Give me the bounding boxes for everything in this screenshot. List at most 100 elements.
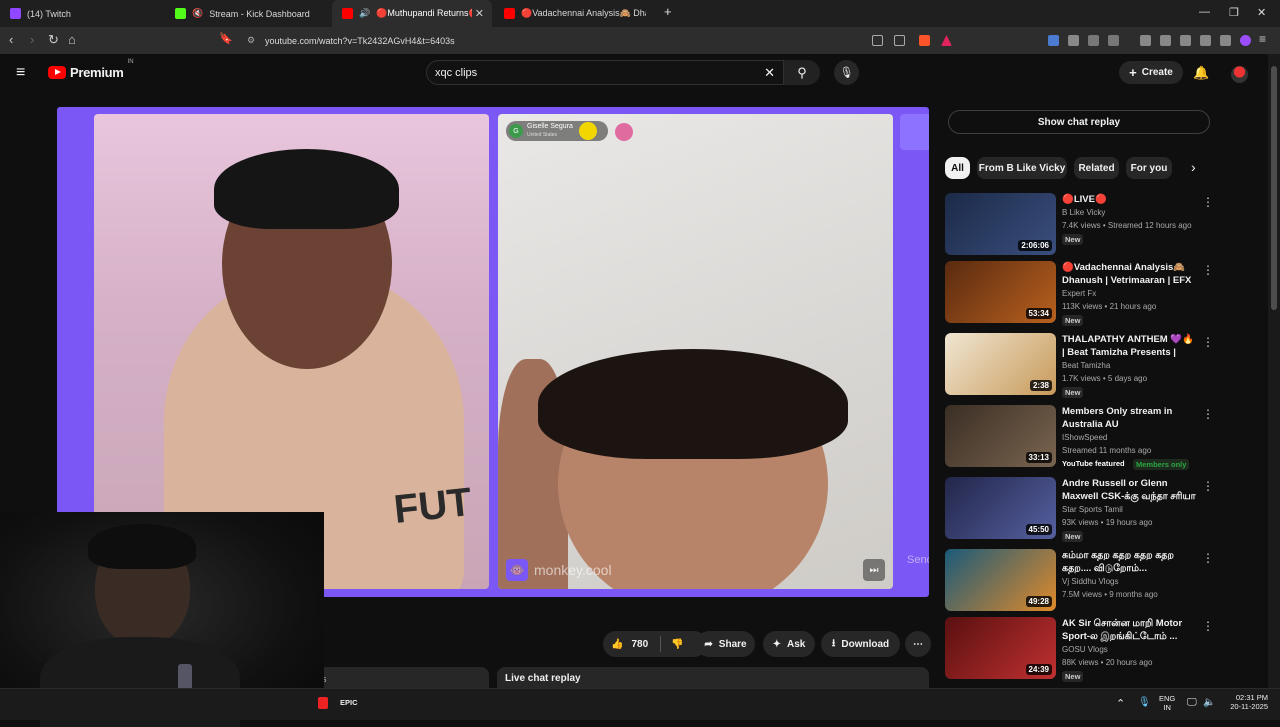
video-title[interactable]: THALAPATHY ANTHEM 💜🔥 | Beat Tamizha Pres… (1062, 333, 1199, 359)
video-thumbnail[interactable]: 45:50 (945, 477, 1056, 539)
video-title[interactable]: சும்மா கதற கதற கதற கதற கதற.... விடுறோம்.… (1062, 549, 1199, 575)
chevron-up-icon[interactable]: ⌃ (1116, 697, 1125, 710)
cast-icon[interactable] (872, 35, 883, 46)
chip-for-you[interactable]: For you (1126, 157, 1172, 179)
video-title[interactable]: Andre Russell or Glenn Maxwell CSK-க்கு … (1062, 477, 1199, 503)
recommendation-item[interactable]: 24:39 AK Sir சொன்ன மாறி Motor Sport-ல இற… (945, 617, 1215, 683)
hamburger-icon[interactable]: ≡ (16, 64, 25, 82)
video-thumbnail[interactable]: 2:06:06 (945, 193, 1056, 255)
recommendation-item[interactable]: 49:28 சும்மா கதற கதற கதற கதற கதற.... விட… (945, 549, 1215, 615)
channel-name[interactable]: Beat Tamizha (1062, 361, 1110, 370)
show-chat-replay-button[interactable]: Show chat replay (948, 110, 1210, 134)
chevron-right-icon[interactable]: › (1191, 159, 1196, 175)
page-scrollbar[interactable] (1268, 54, 1280, 688)
more-options-icon[interactable]: ⋮ (1202, 619, 1214, 633)
notifications-bell-icon[interactable]: 🔔 (1193, 65, 1209, 81)
bookmark-icon[interactable]: 🔖 (219, 32, 233, 45)
search-input[interactable]: xqc clips ✕ (426, 60, 784, 85)
network-icon[interactable]: 🖵 (1187, 697, 1197, 708)
chip-all[interactable]: All (945, 157, 970, 179)
restore-icon[interactable]: ❐ (1229, 6, 1239, 19)
video-thumbnail[interactable]: 49:28 (945, 549, 1056, 611)
menu-icon[interactable]: ≡ (1259, 32, 1266, 46)
back-icon[interactable]: ‹ (9, 32, 13, 47)
video-title[interactable]: Members Only stream in Australia AU (1062, 405, 1199, 431)
more-options-icon[interactable]: ⋮ (1202, 479, 1214, 493)
clear-search-icon[interactable]: ✕ (764, 65, 775, 81)
chip-from-channel[interactable]: From B Like Vicky (977, 157, 1067, 179)
ask-button[interactable]: ✦ Ask (763, 631, 815, 657)
close-window-icon[interactable]: ✕ (1257, 6, 1266, 19)
side-panel-tab[interactable] (900, 114, 929, 150)
share-button[interactable]: ➦ Share (696, 631, 755, 657)
recommendation-item[interactable]: 45:50 Andre Russell or Glenn Maxwell CSK… (945, 477, 1215, 543)
tab-kick[interactable]: 🔇 Stream - Kick Dashboard (165, 0, 330, 27)
skip-icon[interactable]: ⏭ (863, 559, 885, 581)
language-indicator[interactable]: ENG IN (1159, 694, 1175, 712)
clock[interactable]: 02:31 PM 20-11-2025 (1224, 693, 1268, 711)
create-button[interactable]: + Create (1119, 61, 1183, 84)
live-chat-panel-header[interactable]: Live chat replay (497, 667, 929, 689)
channel-name[interactable]: GOSU Vlogs (1062, 645, 1108, 654)
new-tab-button[interactable]: + (664, 4, 672, 19)
channel-name[interactable]: Star Sports Tamil (1062, 505, 1123, 514)
recommendation-item[interactable]: 2:06:06 🔴LIVE🔴 B Like Vicky 7.4K views •… (945, 193, 1215, 259)
brave-shield-icon[interactable] (919, 35, 930, 46)
recommendation-item[interactable]: 2:38 THALAPATHY ANTHEM 💜🔥 | Beat Tamizha… (945, 333, 1215, 399)
video-title[interactable]: AK Sir சொன்ன மாறி Motor Sport-ல இறங்கிட்… (1062, 617, 1199, 643)
more-actions-button[interactable]: ⋯ (905, 631, 931, 657)
channel-name[interactable]: Expert Fx (1062, 289, 1096, 298)
video-thumbnail[interactable]: 24:39 (945, 617, 1056, 679)
recommendation-item[interactable]: 33:13 Members Only stream in Australia A… (945, 405, 1215, 471)
tab-twitch[interactable]: (14) Twitch (0, 0, 165, 27)
gift-icon[interactable] (615, 123, 633, 141)
send-label[interactable]: Send (907, 554, 929, 566)
video-title[interactable]: 🔴LIVE🔴 (1062, 193, 1199, 206)
vpn-icon[interactable] (1220, 35, 1231, 46)
wallet-icon[interactable] (1180, 35, 1191, 46)
site-info-icon[interactable]: ⚙ (247, 35, 255, 46)
share-page-icon[interactable] (894, 35, 905, 46)
video-thumbnail[interactable]: 2:38 (945, 333, 1056, 395)
dislike-button[interactable]: 👎 (671, 639, 683, 650)
chip-related[interactable]: Related (1074, 157, 1119, 179)
volume-icon[interactable]: 🔈 (1203, 697, 1215, 708)
profile-icon[interactable] (1240, 35, 1251, 46)
video-thumbnail[interactable]: 53:34 (945, 261, 1056, 323)
close-tab-icon[interactable]: ✕ (475, 7, 484, 20)
more-options-icon[interactable]: ⋮ (1202, 195, 1214, 209)
youtube-premium-logo[interactable]: Premium IN (48, 59, 134, 80)
video-title[interactable]: 🔴Vadachennai Analysis🙈 Dhanush | Vetrima… (1062, 261, 1199, 287)
more-options-icon[interactable]: ⋮ (1202, 551, 1214, 565)
sidebar-icon[interactable] (1160, 35, 1171, 46)
channel-name[interactable]: B Like Vicky (1062, 208, 1105, 217)
epic-games-icon[interactable]: EPIC (340, 698, 358, 707)
mic-tray-icon[interactable]: 🎙 (1138, 697, 1151, 708)
tab-muthupandi[interactable]: 🔊 🔴Muthupandi Returns🔴 - Y ✕ (332, 0, 492, 27)
minimize-icon[interactable]: — (1199, 6, 1210, 18)
extension-icon[interactable] (1048, 35, 1059, 46)
extension-icon[interactable] (1108, 35, 1119, 46)
video-thumbnail[interactable]: 33:13 (945, 405, 1056, 467)
search-button[interactable]: ⚲ (784, 60, 820, 85)
like-button[interactable]: 👍 780 (611, 639, 648, 650)
scrollbar-thumb[interactable] (1271, 66, 1277, 310)
reload-icon[interactable]: ↻ (48, 32, 59, 48)
extension-icon[interactable] (1068, 35, 1079, 46)
tab-vadachennai[interactable]: 🔴Vadachennai Analysis🙈 Dhanush (494, 0, 654, 27)
more-options-icon[interactable]: ⋮ (1202, 263, 1214, 277)
more-options-icon[interactable]: ⋮ (1202, 407, 1214, 421)
channel-name[interactable]: Vj Siddhu Vlogs (1062, 577, 1118, 586)
taskbar-app-icon[interactable] (318, 697, 328, 709)
home-icon[interactable]: ⌂ (68, 32, 76, 47)
more-options-icon[interactable]: ⋮ (1202, 335, 1214, 349)
channel-name[interactable]: IShowSpeed (1062, 433, 1107, 442)
forward-icon[interactable]: › (30, 32, 34, 47)
leo-icon[interactable] (1200, 35, 1211, 46)
avatar[interactable] (1231, 66, 1248, 83)
voice-search-button[interactable]: 🎙 (834, 60, 859, 85)
puzzle-icon[interactable] (1088, 35, 1099, 46)
recommendation-item[interactable]: 53:34 🔴Vadachennai Analysis🙈 Dhanush | V… (945, 261, 1215, 327)
download-button[interactable]: ⭳ Download (821, 631, 900, 657)
media-icon[interactable] (1140, 35, 1151, 46)
